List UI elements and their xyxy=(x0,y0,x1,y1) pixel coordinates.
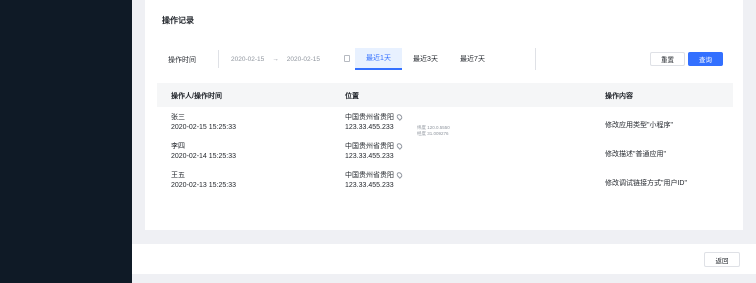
coordinates-tooltip: 纬度 120.0.5550 经度 31.009276 xyxy=(417,125,450,137)
location-name: 中国贵州省贵阳 xyxy=(345,114,394,121)
sidebar xyxy=(0,0,132,283)
tab-last-7-days[interactable]: 最近7天 xyxy=(449,48,496,70)
ip-address: 123.33.455.233 xyxy=(345,182,394,189)
operator-cell: 张三 2020-02-15 15:25:33 xyxy=(171,113,236,133)
operation-log-card: 操作记录 操作时间 2020-02-15 → 2020-02-15 最近1天 最… xyxy=(145,0,743,230)
ip-address: 123.33.455.233 xyxy=(345,153,394,160)
end-date[interactable]: 2020-02-15 xyxy=(287,56,320,63)
quick-range-tabs: 最近1天 最近3天 最近7天 xyxy=(355,48,496,70)
table-row: 李四 2020-02-14 15:25:33 中国贵州省贵阳 123.33.45… xyxy=(157,142,733,171)
location-pin-icon[interactable] xyxy=(395,142,404,151)
tab-last-3-days[interactable]: 最近3天 xyxy=(402,48,449,70)
filter-label: 操作时间 xyxy=(168,57,196,64)
tab-last-1-day[interactable]: 最近1天 xyxy=(355,48,402,70)
location-cell: 中国贵州省贵阳 123.33.455.233 xyxy=(345,113,404,133)
back-button[interactable]: 返回 xyxy=(704,252,740,267)
action-content: 修改描述"普通应用" xyxy=(605,151,666,158)
card-title: 操作记录 xyxy=(162,16,194,25)
operator-name: 王五 xyxy=(171,172,185,179)
location-pin-icon[interactable] xyxy=(395,113,404,122)
location-pin-icon[interactable] xyxy=(395,171,404,180)
operation-time: 2020-02-15 15:25:33 xyxy=(171,124,236,131)
location-name: 中国贵州省贵阳 xyxy=(345,172,394,179)
operation-time: 2020-02-13 15:25:33 xyxy=(171,182,236,189)
header-location: 位置 xyxy=(345,93,359,100)
operator-cell: 李四 2020-02-14 15:25:33 xyxy=(171,142,236,162)
ip-address: 123.33.455.233 xyxy=(345,124,394,131)
operation-time: 2020-02-14 15:25:33 xyxy=(171,153,236,160)
divider xyxy=(535,48,536,70)
table-header: 操作人/操作时间 位置 操作内容 xyxy=(157,83,733,107)
header-operator-time: 操作人/操作时间 xyxy=(171,93,222,100)
operator-name: 李四 xyxy=(171,143,185,150)
footer-bar: 返回 xyxy=(132,244,756,274)
action-content: 修改调试链接方式"用户ID" xyxy=(605,180,687,187)
table-row: 王五 2020-02-13 15:25:33 中国贵州省贵阳 123.33.45… xyxy=(157,171,733,200)
action-content: 修改应用类型"小程序" xyxy=(605,122,673,129)
header-action: 操作内容 xyxy=(605,93,633,100)
start-date[interactable]: 2020-02-15 xyxy=(231,56,264,63)
location-cell: 中国贵州省贵阳 123.33.455.233 xyxy=(345,171,404,191)
main-content: 操作记录 操作时间 2020-02-15 → 2020-02-15 最近1天 最… xyxy=(132,0,756,283)
calendar-icon[interactable] xyxy=(344,55,350,62)
location-name: 中国贵州省贵阳 xyxy=(345,143,394,150)
date-range-picker[interactable]: 2020-02-15 → 2020-02-15 xyxy=(218,50,350,68)
date-separator: → xyxy=(272,55,279,63)
longitude: 经度 31.009276 xyxy=(417,131,449,136)
operator-cell: 王五 2020-02-13 15:25:33 xyxy=(171,171,236,191)
operator-name: 张三 xyxy=(171,114,185,121)
reset-button[interactable]: 重置 xyxy=(650,52,685,66)
location-cell: 中国贵州省贵阳 123.33.455.233 xyxy=(345,142,404,162)
query-button[interactable]: 查询 xyxy=(688,52,723,66)
